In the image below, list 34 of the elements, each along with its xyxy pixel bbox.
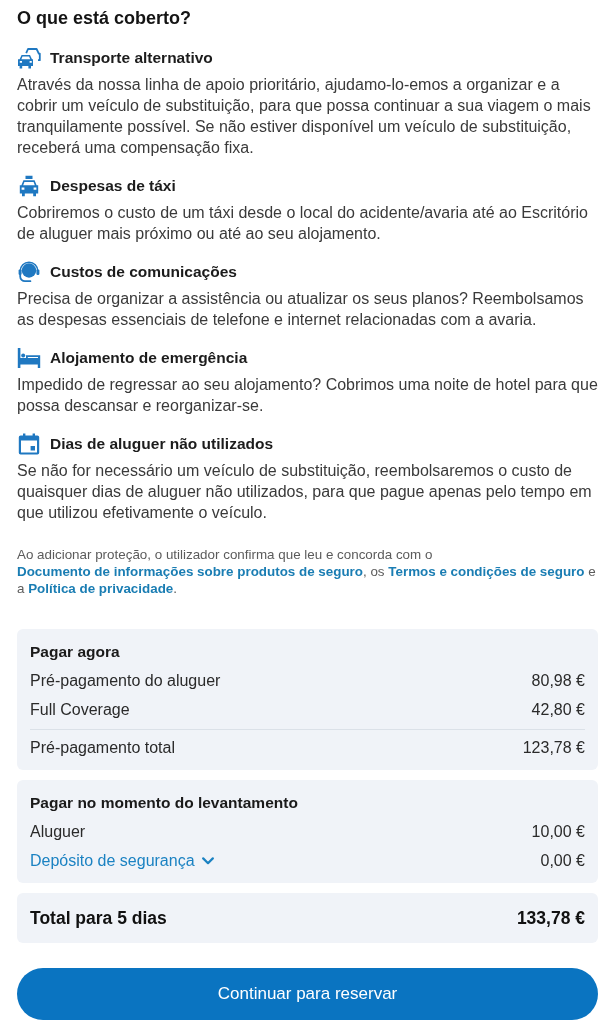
legal-link[interactable]: Documento de informações sobre produtos de seguro (17, 564, 363, 579)
price-amount: 42,80 € (531, 699, 585, 720)
benefit-title: Alojamento de emergência (50, 348, 248, 368)
price-amount: 10,00 € (531, 821, 585, 842)
bed-icon (17, 347, 41, 369)
price-amount: 80,98 € (531, 670, 585, 691)
total-label: Total para 5 dias (30, 907, 167, 930)
price-amount: 0,00 € (540, 850, 585, 871)
benefit-title: Transporte alternativo (50, 48, 213, 68)
headset-icon (17, 261, 41, 283)
two-cars-icon (17, 47, 41, 69)
benefit-description: Impedido de regressar ao seu alojamento? Cobrimos uma noite de hotel para que possa descansar e reorganizar-se. (17, 375, 598, 416)
card-title: Pagar agora (30, 642, 121, 662)
benefit-description: Precisa de organizar a assistência ou atualizar os seus planos? Reembolsamos as despesas essenciais de telefone e internet relacionadas com a avaria. (17, 289, 585, 330)
price-label: Full Coverage (30, 699, 130, 720)
price-label: Aluguer (30, 821, 86, 842)
price-label: Pré-pagamento do aluguer (30, 670, 221, 691)
benefit-title: Despesas de táxi (50, 176, 176, 196)
benefit-description: Se não for necessário um veículo de substituição, reembolsaremos o custo de quaisquer dias de aluguer não utilizados, para que pague apenas pelo tempo em que utilizou efetivamente o veículo. (17, 461, 593, 523)
deposit-toggle[interactable]: Depósito de segurança (30, 850, 214, 871)
legal-link[interactable]: Termos e condições de seguro (388, 564, 585, 579)
price-label: Pré-pagamento total (30, 737, 175, 758)
benefit-description: Através da nossa linha de apoio prioritário, ajudamo-lo-emos a organizar e a cobrir um veículo de substituição, para que possa continuar a sua viagem o mais tranquilamente possível. Se não estiver disponível um veículo de substituição, receberá uma compensação fixa. (17, 75, 592, 158)
legal-notice: Ao adicionar proteção, o utilizador confirma que leu e concorda com o Documento de informações sobre produtos de seguro, os Termos e condições de seguro e a Política de privacidade. (17, 546, 597, 597)
total-amount: 133,78 € (516, 907, 585, 930)
card-title: Pagar no momento do levantamento (30, 793, 299, 813)
benefit-description: Cobriremos o custo de um táxi desde o local do acidente/avaria até ao Escritório de aluguer mais próximo ou até ao seu alojamento. (17, 203, 589, 244)
calendar-icon (17, 433, 41, 455)
continue-button[interactable]: Continuar para reservar (17, 968, 598, 1020)
benefit-title: Custos de comunicações (50, 262, 237, 282)
price-amount: 123,78 € (522, 737, 585, 758)
benefit-title: Dias de aluguer não utilizados (50, 434, 274, 454)
section-heading: O que está coberto? (17, 7, 193, 30)
taxi-icon (17, 175, 41, 197)
